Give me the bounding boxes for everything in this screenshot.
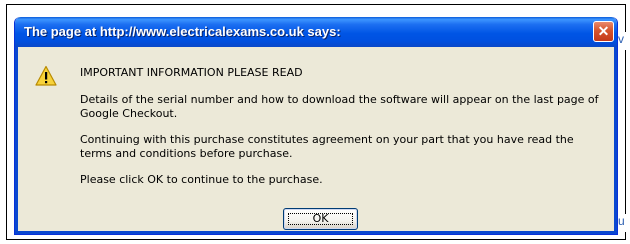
close-button[interactable]: ✕ <box>593 21 614 42</box>
close-icon: ✕ <box>597 23 610 39</box>
dialog-border-right <box>614 47 617 234</box>
message-paragraph: Details of the serial number and how to … <box>80 93 599 120</box>
dialog-title: The page at http://www.electricalexams.c… <box>24 24 341 39</box>
ok-button[interactable]: OK <box>283 208 358 230</box>
dialog-message: IMPORTANT INFORMATION PLEASE READ Detail… <box>80 66 600 199</box>
dialog-titlebar[interactable]: The page at http://www.electricalexams.c… <box>15 17 617 47</box>
background-page-text: v <box>618 32 630 50</box>
background-page-text: u <box>618 214 630 232</box>
warning-icon <box>35 65 57 86</box>
alert-dialog: The page at http://www.electricalexams.c… <box>14 17 618 235</box>
focus-ring <box>288 213 353 225</box>
dialog-border-left <box>15 47 18 234</box>
message-paragraph: Continuing with this purchase constitute… <box>80 133 574 160</box>
dialog-border-bottom <box>15 231 617 234</box>
message-heading: IMPORTANT INFORMATION PLEASE READ <box>80 66 303 79</box>
message-paragraph: Please click OK to continue to the purch… <box>80 173 323 186</box>
